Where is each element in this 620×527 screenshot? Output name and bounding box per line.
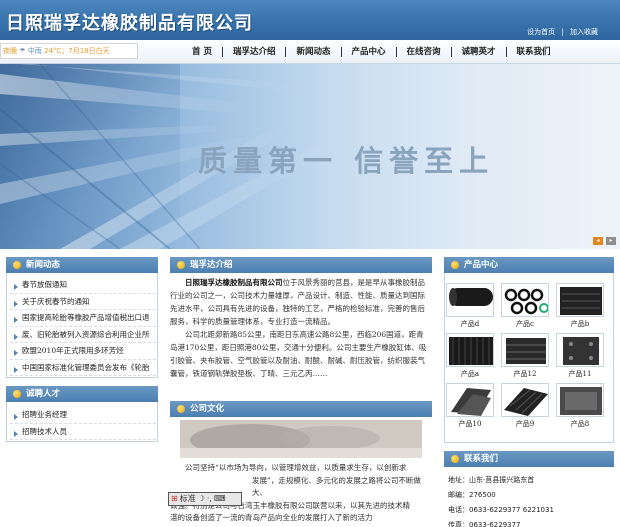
hero-banner: 质量第一 信誉至上	[0, 64, 620, 249]
product-card[interactable]: 产品8	[556, 383, 604, 429]
jobs-list: 招聘业务经理 招聘技术人员	[10, 407, 156, 440]
nav-about[interactable]: 瑞孚达介绍	[221, 47, 286, 57]
product-image[interactable]	[556, 283, 604, 317]
bullet-icon	[177, 405, 185, 413]
news-item[interactable]: 中国国家标准化管理委员会发布《轮胎	[10, 360, 156, 376]
news-item[interactable]: 欧盟2010年正式限用多环芳烃	[10, 343, 156, 360]
moon-icon[interactable]: ☽	[198, 494, 205, 503]
product-label[interactable]: 产品9	[501, 419, 549, 429]
contact-header: 联系我们	[444, 451, 614, 467]
contact-info: 地址：山东·莒县振兴路东首 邮编：276500 电话：0633-6229377 …	[448, 473, 554, 527]
jobs-header: 诚聘人才	[6, 386, 158, 402]
product-image[interactable]	[446, 333, 494, 367]
culture-header: 公司文化	[170, 401, 432, 417]
add-favorite-link[interactable]: 加入收藏	[570, 28, 598, 36]
punctuation-icon[interactable]: ·,	[207, 494, 212, 503]
product-label[interactable]: 产品10	[446, 419, 494, 429]
product-label[interactable]: 产品d	[446, 319, 494, 329]
intro-title: 瑞孚达介绍	[190, 260, 233, 270]
ime-mode-label[interactable]: 标准	[180, 494, 196, 503]
intro-header: 瑞孚达介绍	[170, 257, 432, 273]
product-card[interactable]: 产品a	[446, 333, 494, 379]
contact-postcode: 邮编：276500	[448, 491, 496, 499]
ime-toolbar[interactable]: ⊞ 标准 ☽ ·, ⌨	[168, 492, 242, 506]
product-image[interactable]	[501, 283, 549, 317]
product-image[interactable]	[556, 383, 604, 417]
job-item[interactable]: 招聘技术人员	[10, 424, 156, 440]
news-item[interactable]: 国家提高轮胎等橡胶产品增值税出口退	[10, 310, 156, 327]
news-item[interactable]: 关于庆祝春节的通知	[10, 294, 156, 310]
culture-line-4: 湛的设备创造了一流的青岛产品向全业的发展打入了新的活力	[170, 513, 373, 522]
product-image[interactable]	[446, 283, 494, 317]
product-card[interactable]: 产品b	[556, 283, 604, 329]
product-card[interactable]: 产品9	[501, 383, 549, 429]
product-label[interactable]: 产品a	[446, 369, 494, 379]
banner-next-button[interactable]: ▸	[606, 237, 616, 245]
contact-fax: 传真：0633-6229377	[448, 521, 521, 527]
rain-icon: ☂	[19, 47, 26, 55]
keyboard-icon[interactable]: ⌨	[214, 494, 226, 503]
product-image[interactable]	[556, 333, 604, 367]
weather-period: 夜晚	[3, 47, 17, 55]
site-logo[interactable]: 日照瑞孚达橡胶制品有限公司	[6, 9, 253, 35]
product-label[interactable]: 产品11	[556, 369, 604, 379]
product-image[interactable]	[446, 383, 494, 417]
top-links: 设为首页 | 加入收藏	[527, 27, 598, 37]
nav-news[interactable]: 新闻动态	[285, 47, 340, 57]
product-label[interactable]: 产品8	[556, 419, 604, 429]
culture-image-graphic	[180, 420, 422, 458]
news-item[interactable]: 废、旧轮胎被列入资源综合利用企业所	[10, 327, 156, 343]
nav-home[interactable]: 首 页	[180, 47, 222, 57]
main-nav: 首 页 瑞孚达介绍 新闻动态 产品中心 在线咨询 诚聘英才 联系我们	[180, 47, 561, 57]
product-image[interactable]	[501, 333, 549, 367]
product-card[interactable]: 产品c	[501, 283, 549, 329]
bullet-icon	[451, 455, 459, 463]
product-card[interactable]: 产品11	[556, 333, 604, 379]
weather-detail: 24°C；7月18日白天	[43, 47, 110, 55]
products-header: 产品中心	[444, 257, 614, 273]
bullet-icon	[177, 261, 185, 269]
ime-logo-icon: ⊞	[171, 494, 178, 503]
culture-line-1: 公司坚持“以市场为导向，以管理增效益，以质量求生存，以创新求	[185, 463, 407, 472]
nav-products[interactable]: 产品中心	[340, 47, 396, 57]
bullet-icon	[13, 261, 21, 269]
product-card[interactable]: 产品d	[446, 283, 494, 329]
set-home-link[interactable]: 设为首页	[527, 28, 555, 36]
product-card[interactable]: 产品10	[446, 383, 494, 429]
banner-slogan: 质量第一 信誉至上	[198, 144, 495, 178]
banner-prev-button[interactable]: ◂	[593, 237, 603, 245]
jobs-title: 诚聘人才	[26, 389, 61, 399]
intro-text: 日照瑞孚达橡胶制品有限公司位于风景秀丽的莒县，是是早从事橡胶制品行业的公司之一，…	[170, 276, 430, 380]
weather-widget: 夜晚 ☂ 中雨 24°C；7月18日白天	[0, 43, 138, 59]
culture-title: 公司文化	[190, 404, 225, 414]
nav-jobs[interactable]: 诚聘英才	[450, 47, 506, 57]
contact-address: 地址：山东·莒县振兴路东首	[448, 476, 535, 484]
contact-title: 联系我们	[464, 454, 499, 464]
top-links-separator: |	[561, 28, 564, 36]
nav-contact[interactable]: 联系我们	[505, 47, 561, 57]
site-header: 日照瑞孚达橡胶制品有限公司 设为首页 | 加入收藏	[0, 0, 620, 40]
news-header: 新闻动态	[6, 257, 158, 273]
job-item[interactable]: 招聘业务经理	[10, 407, 156, 424]
product-label[interactable]: 产品c	[501, 319, 549, 329]
news-list: 春节放假通知 关于庆祝春节的通知 国家提高轮胎等橡胶产品增值税出口退 废、旧轮胎…	[10, 277, 156, 376]
news-item[interactable]: 春节放假通知	[10, 277, 156, 294]
product-image[interactable]	[501, 383, 549, 417]
product-label[interactable]: 产品12	[501, 369, 549, 379]
bullet-icon	[13, 390, 21, 398]
product-label[interactable]: 产品b	[556, 319, 604, 329]
contact-phone: 电话：0633-6229377 6221031	[448, 506, 554, 514]
weather-condition: 中雨	[27, 47, 42, 55]
bullet-icon	[451, 261, 459, 269]
culture-image	[180, 420, 422, 458]
nav-consult[interactable]: 在线咨询	[395, 47, 451, 57]
product-card[interactable]: 产品12	[501, 333, 549, 379]
products-title: 产品中心	[464, 260, 499, 270]
news-title: 新闻动态	[26, 260, 61, 270]
intro-paragraph-2: 公司北距郯新路85公里，南距日东高速公路8公里，西临206国道，距青岛港170公…	[170, 330, 427, 378]
intro-company-name: 日照瑞孚达橡胶制品有限公司	[185, 278, 283, 287]
